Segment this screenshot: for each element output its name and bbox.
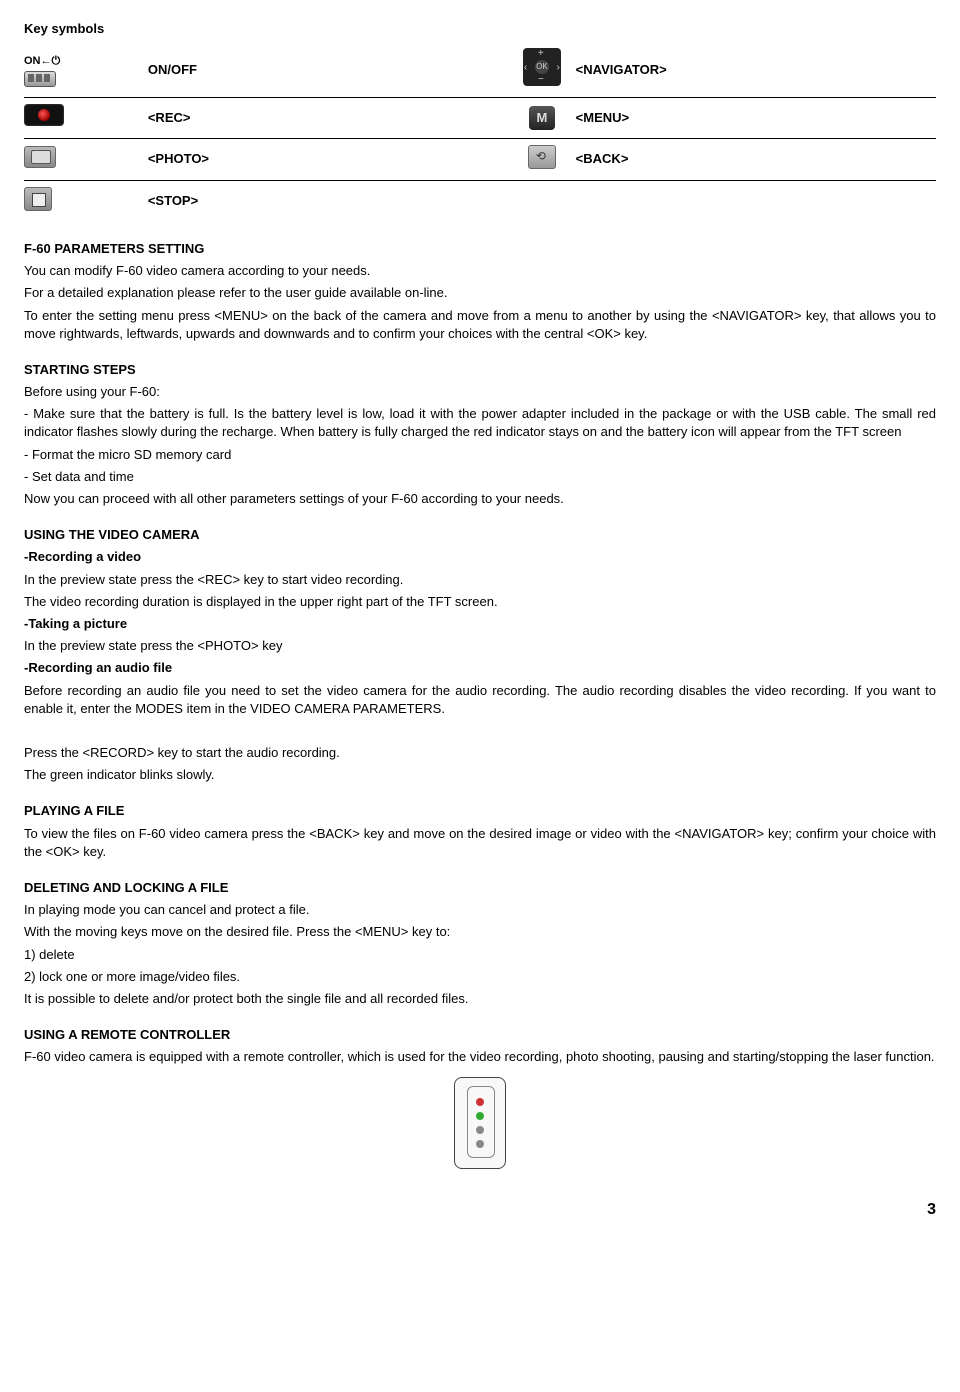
press-record: Press the <RECORD> key to start the audi…	[24, 744, 936, 762]
menu-icon: M	[529, 106, 555, 130]
rec-heading: -Recording a video	[24, 548, 936, 566]
photo-heading: -Taking a picture	[24, 615, 936, 633]
remote-title: USING A REMOTE CONTROLLER	[24, 1026, 936, 1044]
key-symbols-heading: Key symbols	[24, 20, 936, 38]
stop-label: <STOP>	[148, 180, 508, 222]
onoff-icon: ON←⏻	[24, 51, 60, 88]
audio-heading: -Recording an audio file	[24, 659, 936, 677]
playing-p1: To view the files on F-60 video camera p…	[24, 825, 936, 861]
starting-after: Now you can proceed with all other param…	[24, 490, 936, 508]
params-p1: You can modify F-60 video camera accordi…	[24, 262, 936, 280]
starting-l2: - Format the micro SD memory card	[24, 446, 936, 464]
stop-icon	[24, 187, 52, 211]
deleting-title: DELETING AND LOCKING A FILE	[24, 879, 936, 897]
usingvideo-title: USING THE VIDEO CAMERA	[24, 526, 936, 544]
deleting-p3: It is possible to delete and/or protect …	[24, 990, 936, 1008]
photo-label: <PHOTO>	[148, 138, 508, 180]
playing-title: PLAYING A FILE	[24, 802, 936, 820]
starting-before: Before using your F-60:	[24, 383, 936, 401]
navigator-label: <NAVIGATOR>	[576, 42, 936, 98]
battery-icon	[24, 71, 56, 87]
rec-p1: In the preview state press the <REC> key…	[24, 571, 936, 589]
deleting-p1: In playing mode you can cancel and prote…	[24, 901, 936, 919]
back-label: <BACK>	[576, 138, 936, 180]
rec-p2: The video recording duration is displaye…	[24, 593, 936, 611]
starting-l1: - Make sure that the battery is full. Is…	[24, 405, 936, 441]
starting-title: STARTING STEPS	[24, 361, 936, 379]
photo-p1: In the preview state press the <PHOTO> k…	[24, 637, 936, 655]
deleting-o1: 1) delete	[24, 946, 936, 964]
green-indicator: The green indicator blinks slowly.	[24, 766, 936, 784]
back-icon	[528, 145, 556, 169]
params-p3: To enter the setting menu press <MENU> o…	[24, 307, 936, 343]
rec-label: <REC>	[148, 98, 508, 138]
params-p2: For a detailed explanation please refer …	[24, 284, 936, 302]
navigator-icon: +−‹›	[523, 48, 561, 86]
deleting-o2: 2) lock one or more image/video files.	[24, 968, 936, 986]
photo-icon	[24, 146, 56, 168]
audio-p1: Before recording an audio file you need …	[24, 682, 936, 718]
rec-icon	[24, 104, 64, 126]
deleting-p2: With the moving keys move on the desired…	[24, 923, 936, 941]
params-title: F-60 PARAMETERS SETTING	[24, 240, 936, 258]
remote-p1: F-60 video camera is equipped with a rem…	[24, 1048, 936, 1066]
starting-l3: - Set data and time	[24, 468, 936, 486]
onoff-label: ON/OFF	[148, 42, 508, 98]
key-symbols-table: ON←⏻ ON/OFF +−‹› <NAVIGATOR> <REC> M <ME…	[24, 42, 936, 222]
on-arrow-text: ON←⏻	[24, 55, 60, 67]
page-number: 3	[24, 1199, 936, 1221]
menu-label: <MENU>	[576, 98, 936, 138]
remote-controller-image	[454, 1077, 506, 1169]
